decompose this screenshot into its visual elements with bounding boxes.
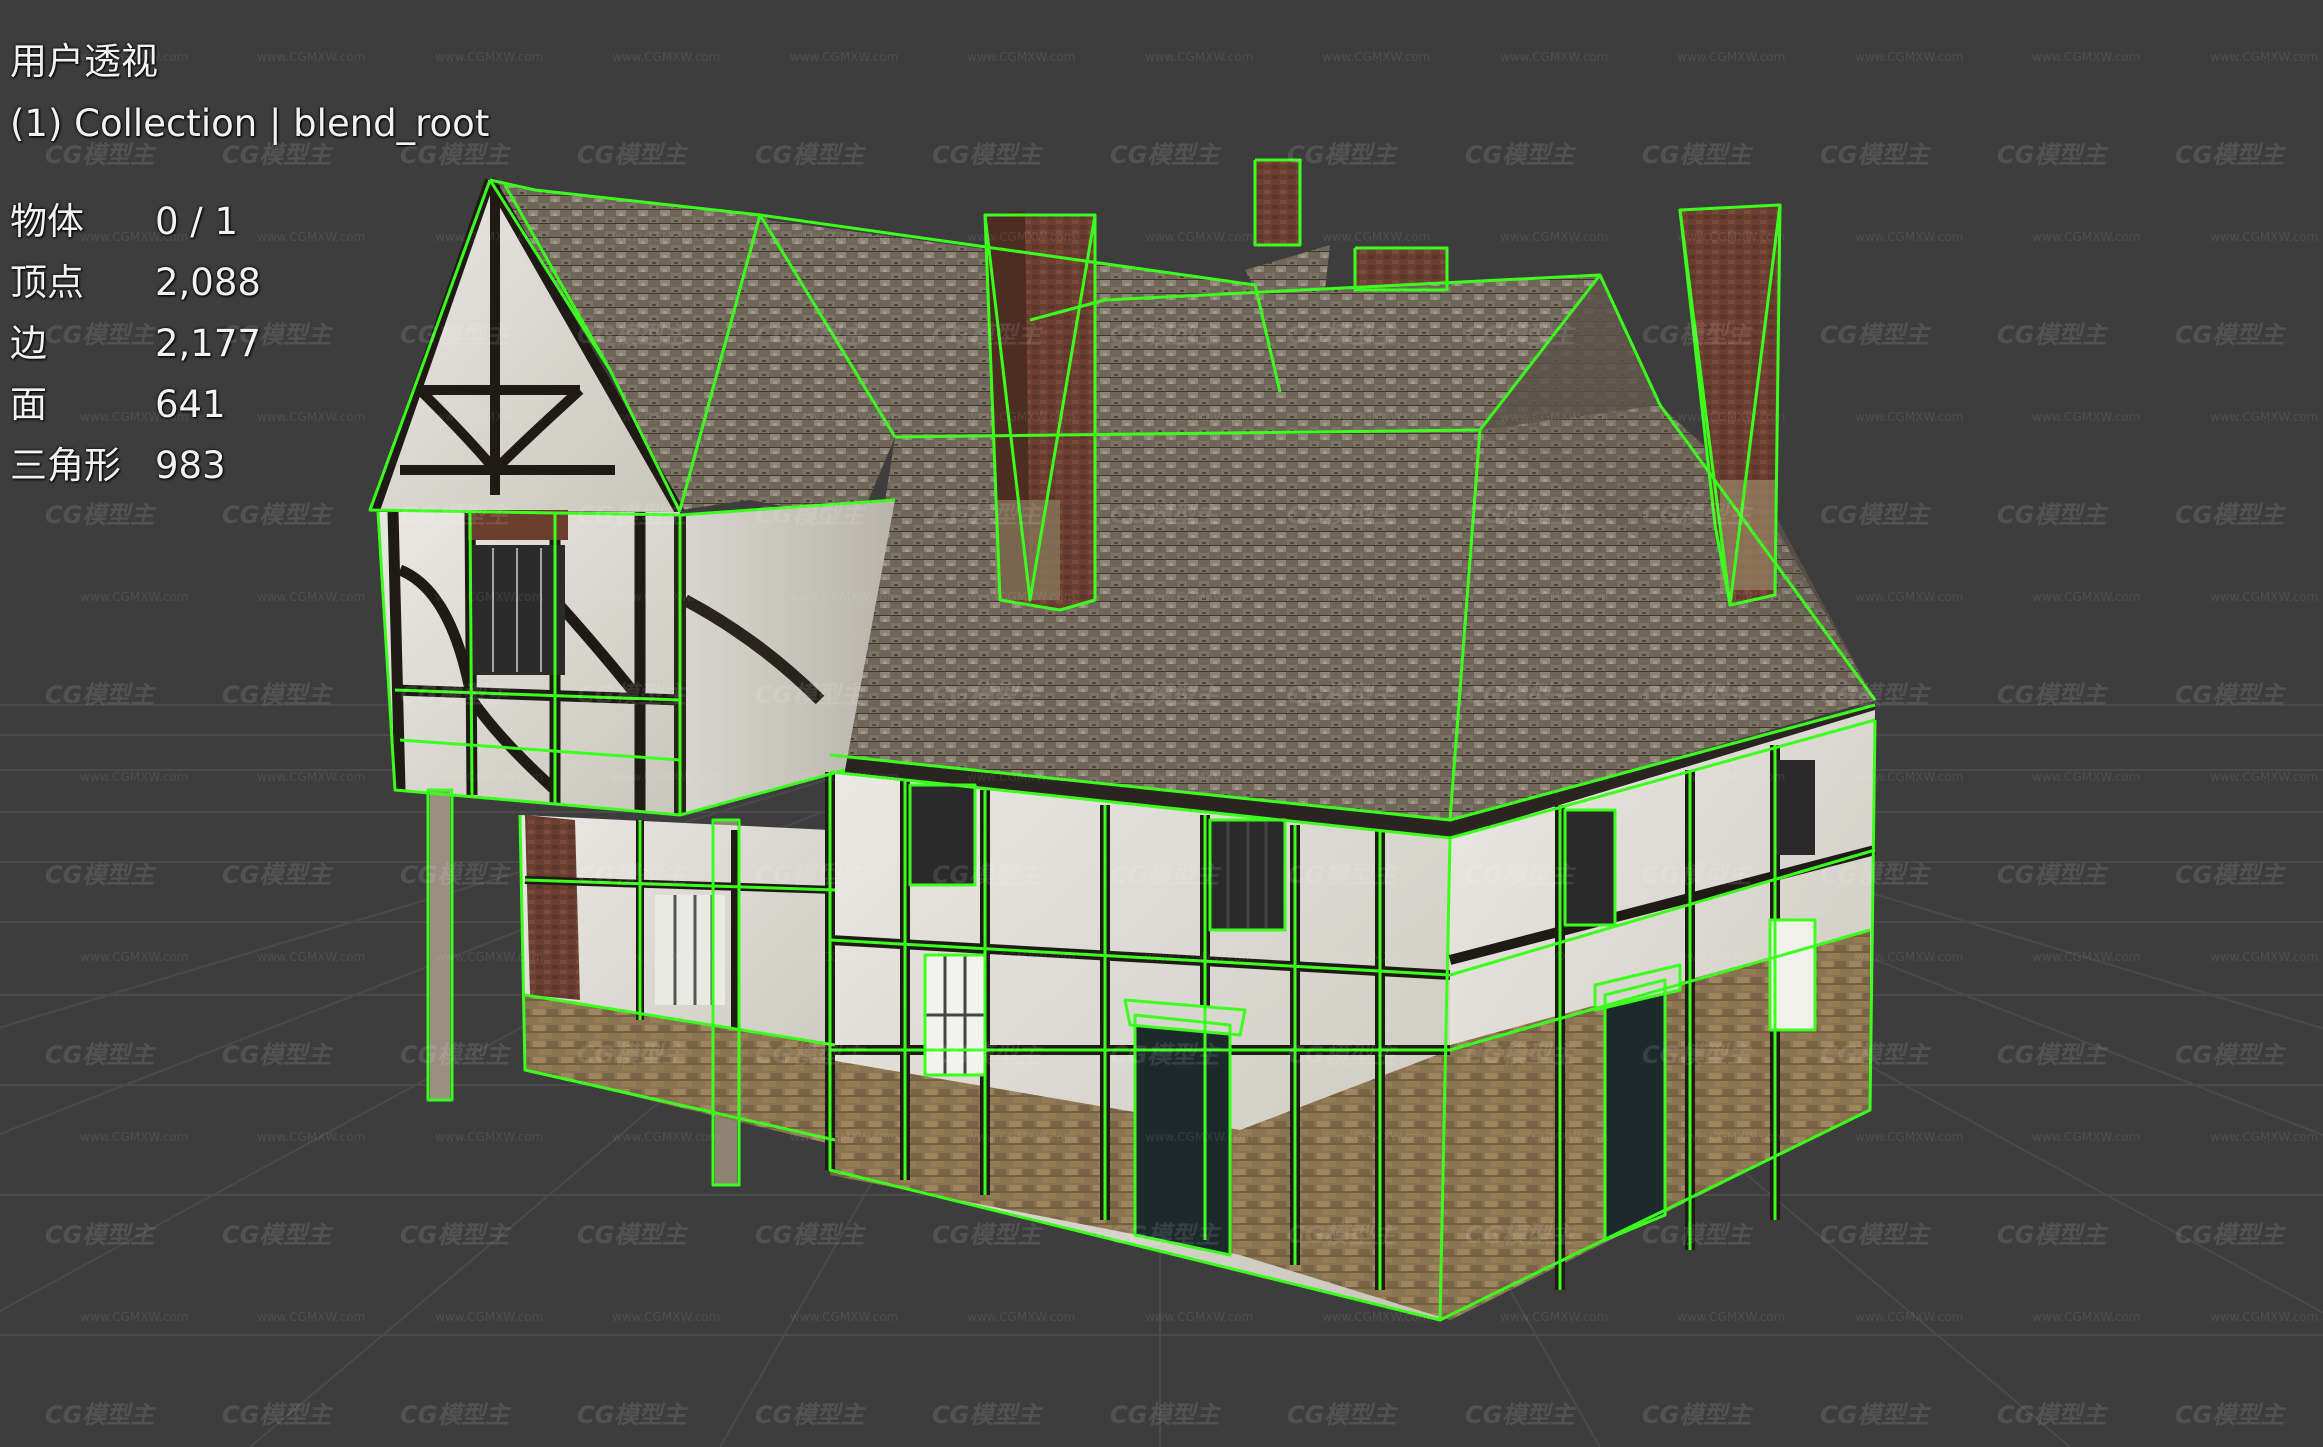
3d-viewport[interactable] xyxy=(0,0,2323,1447)
